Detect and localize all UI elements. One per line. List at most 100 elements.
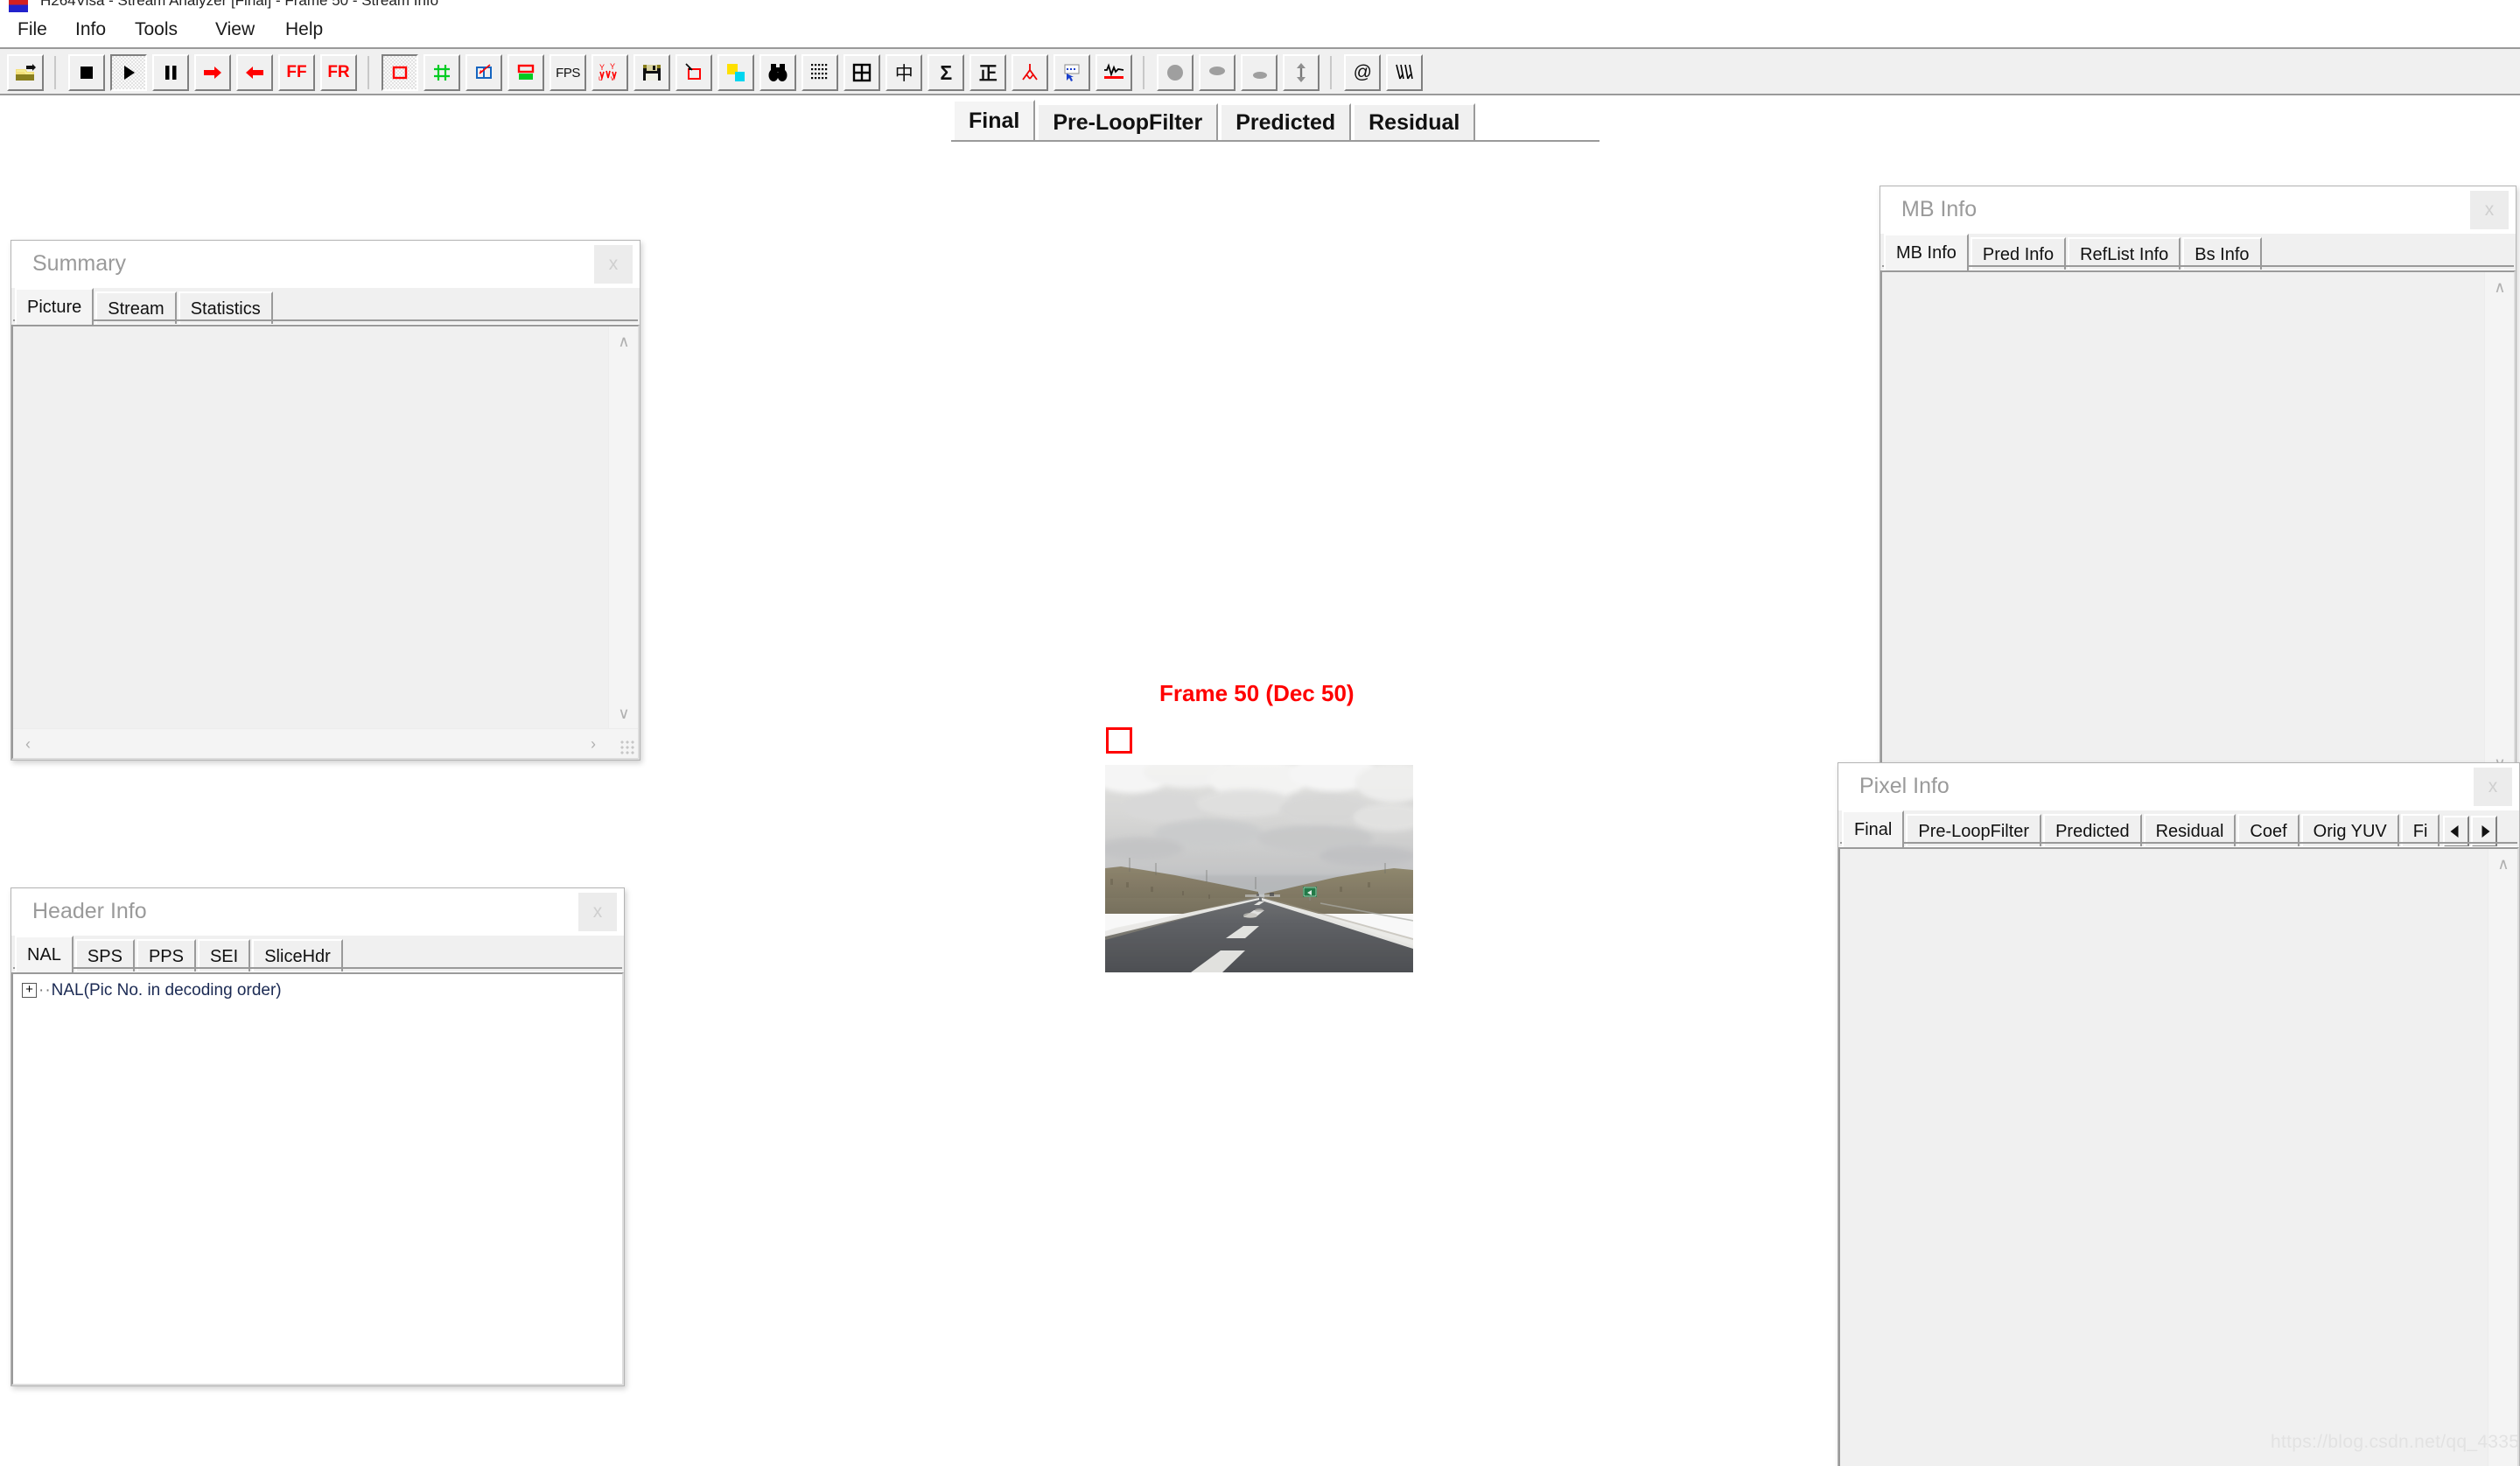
scroll-down-arrow-icon[interactable]: ∨ (609, 698, 639, 728)
ellipse-big-button[interactable] (1157, 54, 1194, 91)
tab-reflist-info[interactable]: RefList Info (2068, 237, 2181, 270)
color-swap-button[interactable] (718, 54, 754, 91)
menu-item-tools[interactable]: Tools (130, 17, 183, 43)
crop-region-button[interactable] (676, 54, 712, 91)
tab-picture[interactable]: Picture (15, 288, 94, 325)
noise-view-button[interactable] (802, 54, 838, 91)
tab-stream[interactable]: Stream (95, 291, 177, 325)
save-frame-button[interactable] (634, 54, 670, 91)
mb-panel-title: MB Info (1901, 197, 1978, 221)
mb-panel-caption: MB Info x (1880, 186, 2516, 234)
pixel-info-panel: Pixel Info x Final Pre-LoopFilter Predicte… (1838, 762, 2520, 1466)
tab-fi[interactable]: Fi (2400, 814, 2440, 847)
yuv-components-button[interactable]: YYu v (592, 54, 628, 91)
open-file-button[interactable] (7, 54, 44, 91)
summary-panel-caption: Summary x (11, 241, 640, 288)
scroll-up-arrow-icon[interactable]: ∧ (609, 326, 639, 356)
tab-slicehdr[interactable]: SliceHdr (252, 939, 343, 972)
search-stream-button[interactable] (760, 54, 796, 91)
cjk-zheng-icon: 正 (978, 64, 998, 84)
header-panel-close-button[interactable]: x (578, 893, 617, 931)
tree-node-label[interactable]: NAL(Pic No. in decoding order) (52, 981, 282, 1000)
tab-coef[interactable]: Coef (2237, 814, 2300, 847)
video-frame-display[interactable] (1105, 765, 1413, 972)
tab-predicted[interactable]: Predicted (1220, 103, 1352, 140)
tab-mb-info[interactable]: MB Info (1884, 234, 1969, 270)
step-backward-button[interactable] (236, 54, 273, 91)
tab-final[interactable]: Final (1842, 810, 1905, 847)
scroll-up-arrow-icon[interactable]: ∧ (2488, 849, 2518, 879)
svg-text:Y: Y (610, 62, 615, 71)
tab-final[interactable]: Final (953, 100, 1036, 140)
tab-sps[interactable]: SPS (74, 939, 135, 972)
tab-sei[interactable]: SEI (197, 939, 251, 972)
tab-predicted[interactable]: Predicted (2043, 814, 2142, 847)
pick-pixel-button[interactable] (1054, 54, 1090, 91)
pointer-tooltip-icon (1060, 61, 1083, 84)
vertical-resize-button[interactable] (1283, 54, 1320, 91)
tab-scroll-right-icon[interactable] (2471, 816, 2498, 847)
summary-panel-close-button[interactable]: x (594, 245, 633, 284)
mb-panel-close-button[interactable]: x (2470, 191, 2509, 229)
fast-forward-button[interactable]: FF (278, 54, 315, 91)
cn-char-zhong-button[interactable]: 中 (886, 54, 922, 91)
tab-pre-loopfilter[interactable]: Pre-LoopFilter (1906, 814, 2042, 847)
menu-bar: File Info Tools View Help (0, 12, 2520, 47)
tab-statistics[interactable]: Statistics (178, 291, 273, 325)
play-button[interactable] (110, 54, 147, 91)
tab-residual[interactable]: Residual (1353, 103, 1476, 140)
fast-reverse-button[interactable]: FR (320, 54, 357, 91)
menu-item-help[interactable]: Help (280, 17, 328, 43)
floppy-save-icon (640, 61, 663, 84)
scroll-left-arrow-icon[interactable]: ‹ (13, 729, 43, 759)
toolbar-separator (368, 56, 369, 89)
app-logo-icon (9, 0, 28, 12)
pixel-panel-close-button[interactable]: x (2474, 768, 2512, 806)
scroll-up-arrow-icon[interactable]: ∧ (2485, 272, 2515, 302)
pause-button[interactable] (152, 54, 189, 91)
tab-residual[interactable]: Residual (2143, 814, 2236, 847)
updown-arrow-icon (1290, 61, 1312, 84)
sum-statistics-button[interactable]: Σ (928, 54, 964, 91)
tab-nal[interactable]: NAL (15, 936, 74, 972)
waveform-button[interactable] (1096, 54, 1132, 91)
fps-display-button[interactable]: FPS (550, 54, 586, 91)
tab-pps[interactable]: PPS (136, 939, 196, 972)
partition-view-button[interactable] (508, 54, 544, 91)
menu-item-view[interactable]: View (210, 17, 260, 43)
motion-vector-button[interactable] (466, 54, 502, 91)
tab-bs-info[interactable]: Bs Info (2182, 237, 2262, 270)
grid-overlay-button[interactable] (424, 54, 460, 91)
scroll-right-arrow-icon[interactable]: › (578, 729, 608, 759)
tab-scroll-left-icon[interactable] (2443, 816, 2470, 847)
at-sign-button[interactable]: @ (1344, 54, 1381, 91)
summary-horizontal-scrollbar[interactable]: ‹ › (13, 728, 638, 758)
mdi-workspace: Final Pre-LoopFilter Predicted Residual Fra… (0, 95, 2520, 1466)
open-folder-icon (14, 61, 37, 84)
summary-vertical-scrollbar[interactable]: ∧ ∨ (608, 326, 638, 728)
pixel-vertical-scrollbar[interactable]: ∧ ∨ (2488, 849, 2517, 1466)
tab-pred-info[interactable]: Pred Info (1970, 237, 2067, 270)
tree-expander-icon[interactable]: + (22, 983, 37, 999)
fps-text-icon: FPS (556, 65, 580, 81)
mb-boundary-button[interactable] (382, 54, 418, 91)
stop-button[interactable] (68, 54, 105, 91)
step-forward-button[interactable] (194, 54, 231, 91)
w-glyph-button[interactable] (1386, 54, 1423, 91)
macroblock-selection-box[interactable] (1106, 727, 1132, 754)
ellipse-wide-button[interactable] (1199, 54, 1236, 91)
view-tab-strip: Final Pre-LoopFilter Predicted Residual (949, 100, 1601, 145)
menu-item-info[interactable]: Info (70, 17, 111, 43)
tree-branch-button[interactable] (1012, 54, 1048, 91)
menu-item-file[interactable]: File (12, 17, 52, 43)
block-grid-button[interactable] (844, 54, 880, 91)
mb-vertical-scrollbar[interactable]: ∧ ∨ (2484, 272, 2514, 778)
red-tree-icon (1018, 61, 1041, 84)
tab-pre-loopfilter[interactable]: Pre-LoopFilter (1037, 103, 1219, 140)
resize-grip-icon[interactable] (620, 740, 635, 755)
ellipse-small-button[interactable] (1241, 54, 1278, 91)
header-client-area: + ··NAL(Pic No. in decoding order) (11, 972, 624, 1385)
tab-orig-yuv[interactable]: Orig YUV (2300, 814, 2399, 847)
watermark-text: https://blog.csdn.net/qq_43350979 (2271, 1432, 2520, 1452)
cn-char-zheng-button[interactable]: 正 (970, 54, 1006, 91)
